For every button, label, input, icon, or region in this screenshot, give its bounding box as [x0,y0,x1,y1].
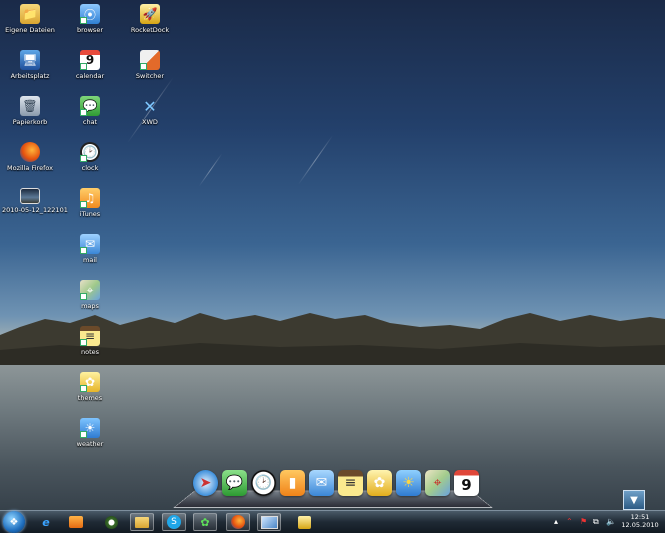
show-desktop-button[interactable]: ▼ [623,490,645,510]
desktop-wallpaper: 📁 Eigene Dateien 🖥 Arbeitsplatz 🗑 Papier… [0,0,665,510]
desktop-icon-label: Papierkorb [12,118,48,126]
computer-icon: 🖥 [20,50,40,70]
dock-weather-icon[interactable]: ☀ [396,470,421,496]
dock-messages-icon[interactable]: 💬 [222,470,247,496]
taskbar-internet-explorer-icon[interactable]: e [34,513,58,531]
desktop-icon-label: iTunes [79,210,101,218]
taskbar-explorer-folder-icon[interactable] [130,513,154,531]
desktop-icon-label: notes [80,348,100,356]
tray-app-icon[interactable]: ⧉ [593,517,599,527]
windows-logo-icon: ❖ [9,516,19,528]
desktop-icon-label: Eigene Dateien [5,26,55,34]
taskbar-firefox-icon[interactable] [226,513,250,531]
desktop-icon-themes[interactable]: ✿ themes [62,372,118,402]
desktop-icon-clock[interactable]: 🕑 clock [62,142,118,172]
dock-calendar-day: 9 [461,476,472,494]
desktop-icon-papierkorb[interactable]: 🗑 Papierkorb [2,96,58,126]
mail-icon: ✉ [80,234,100,254]
show-hidden-icons-arrow-icon[interactable]: ▴ [554,517,558,526]
taskbar-skype-icon[interactable]: S [162,513,186,531]
chevron-down-icon: ▼ [630,494,638,506]
clock-date: 12.05.2010 [621,521,659,529]
recycle-bin-icon: 🗑 [20,96,40,116]
desktop-icon-label: weather [76,440,104,448]
desktop-icon-rocketdock[interactable]: 🚀 RocketDock [122,4,178,34]
network-tray-icon[interactable]: ⌃ [566,517,573,526]
dock-calendar-icon[interactable]: 9 [454,470,479,496]
dock-ipod-icon[interactable]: ▮ [280,470,305,496]
volume-icon[interactable]: 🔈 [606,517,616,526]
desktop-icon-label: 2010-05-12_122101 [2,206,68,214]
desktop-icon-label: RocketDock [130,26,170,34]
taskbar-rocketdock-icon[interactable] [292,513,316,531]
sky-streak [198,153,223,187]
clock-time: 12:51 [630,513,650,521]
themes-icon: ✿ [80,372,100,392]
taskbar-media-center-icon[interactable] [99,513,123,531]
taskbar-media-player-icon[interactable] [64,513,88,531]
desktop-icon-label: maps [81,302,99,310]
maps-icon: ⌖ [80,280,100,300]
desktop-icon-notes[interactable]: ≡ notes [62,326,118,356]
desktop-icon-label: Switcher [135,72,165,80]
dock-photos-icon[interactable]: ✿ [367,470,392,496]
desktop-icon-label: XWD [142,118,158,126]
browser-icon: ⦿ [80,4,100,24]
desktop-icon-screenshot-file[interactable]: 2010-05-12_122101 [2,188,68,214]
taskbar-clock[interactable]: 12:51 12.05.2010 [619,513,661,529]
xwd-icon: ✕ [143,96,157,116]
weather-icon: ☀ [80,418,100,438]
desktop-icon-label: clock [81,164,99,172]
desktop-icon-mozilla-firefox[interactable]: Mozilla Firefox [2,142,58,172]
desktop-icon-switcher[interactable]: Switcher [122,50,178,80]
dock-notes-icon[interactable]: ≡ [338,470,363,496]
desktop-icon-weather[interactable]: ☀ weather [62,418,118,448]
dock-maps-icon[interactable]: ⌖ [425,470,450,496]
desktop-icon-label: themes [77,394,103,402]
desktop-icon-itunes[interactable]: ♫ iTunes [62,188,118,218]
desktop-icon-arbeitsplatz[interactable]: 🖥 Arbeitsplatz [2,50,58,80]
desktop-icon-label: mail [83,256,97,264]
notes-icon: ≡ [80,326,100,346]
desktop-icon-xwd[interactable]: ✕ XWD [122,96,178,127]
taskbar-icq-icon[interactable]: ✿ [193,513,217,531]
desktop-icon-label: browser [76,26,103,34]
switcher-icon [140,50,160,70]
dock-clock-icon[interactable]: 🕑 [251,470,276,496]
dock-safari-icon[interactable]: ➤ [193,470,218,496]
desktop-icon-label: calendar [75,72,105,80]
chat-icon: 💬 [80,96,100,116]
desktop-icon-label: Arbeitsplatz [10,72,50,80]
desktop-icon-label: chat [82,118,98,126]
action-center-flag-icon[interactable]: ⚑ [580,517,587,526]
desktop-icon-browser[interactable]: ⦿ browser [62,4,118,34]
sky-streak [297,135,334,185]
firefox-icon [20,142,40,162]
calendar-icon: 9 [80,50,100,70]
itunes-icon: ♫ [80,188,100,208]
desktop-icon-mail[interactable]: ✉ mail [62,234,118,264]
start-button[interactable]: ❖ [3,511,25,533]
desktop-icon-maps[interactable]: ⌖ maps [62,280,118,310]
desktop-icon-label: Mozilla Firefox [7,164,53,172]
taskbar: ❖ e S ✿ ▴ ⌃ ⚑ ⧉ 🔈 [0,510,665,533]
dock-mail-icon[interactable]: ✉ [309,470,334,496]
taskbar-switcher-icon[interactable] [257,513,281,531]
desktop-icon-chat[interactable]: 💬 chat [62,96,118,126]
rocketdock-icon: 🚀 [140,4,160,24]
screenshot-file-icon [20,188,40,204]
desktop-icon-eigene-dateien[interactable]: 📁 Eigene Dateien [2,4,58,34]
folder-icon: 📁 [20,4,40,24]
desktop-icon-calendar[interactable]: 9 calendar [62,50,118,80]
clock-icon: 🕑 [80,142,100,162]
